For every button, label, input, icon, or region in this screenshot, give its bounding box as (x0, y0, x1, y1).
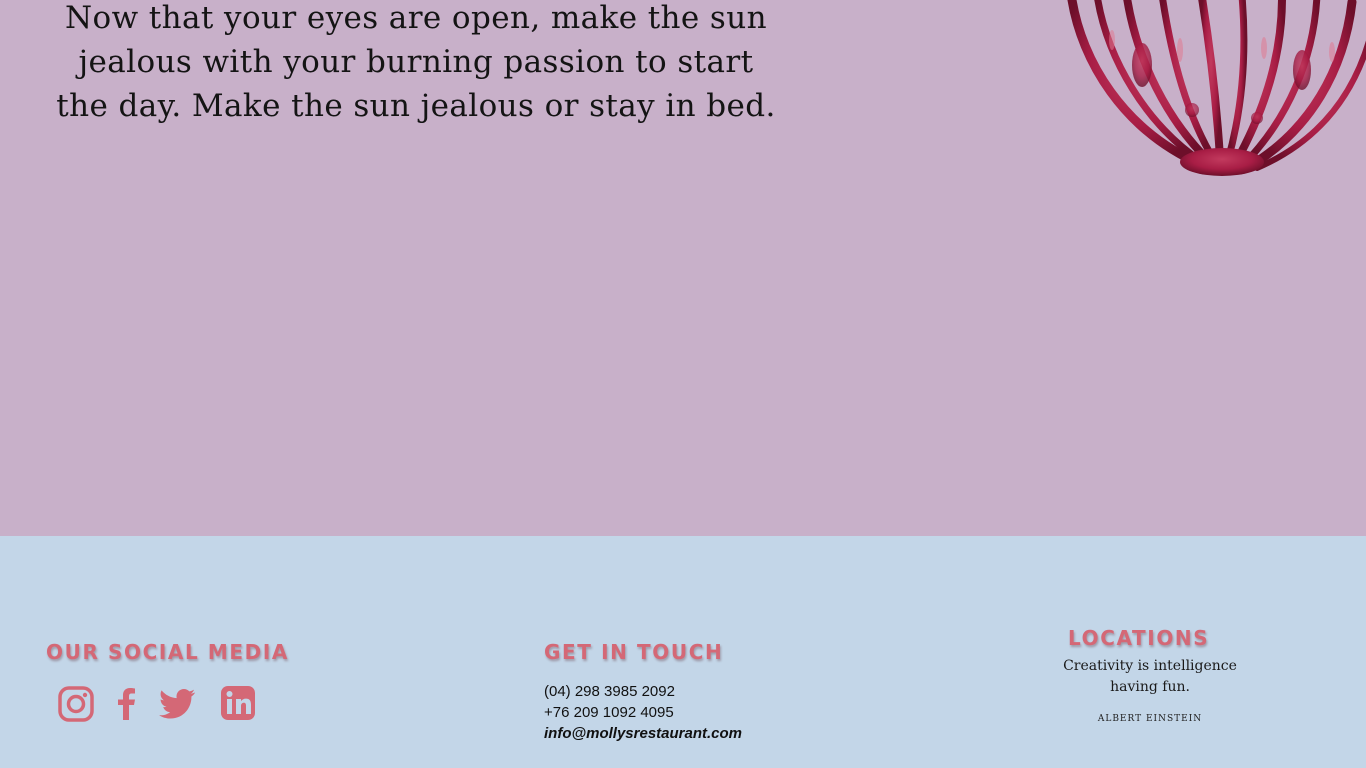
phone-number-2: +76 209 1092 4095 (544, 704, 674, 721)
linkedin-icon[interactable] (218, 684, 258, 724)
contact-block: (04) 298 3985 2092 +76 209 1092 4095 inf… (544, 681, 742, 744)
hero-quote-line: Now that your eyes are open, make the su… (65, 0, 767, 36)
locations-quote: Creativity is intelligence having fun. (1050, 656, 1250, 698)
hero-quote: Now that your eyes are open, make the su… (40, 0, 792, 128)
quote-author: ALBERT EINSTEIN (1097, 714, 1203, 724)
twitter-icon[interactable] (156, 684, 198, 724)
hero-quote-line: jealous with your burning passion to sta… (78, 44, 754, 80)
hero-quote-line: the day. Make the sun jealous or stay in… (56, 88, 776, 124)
locations-quote-line: having fun. (1110, 679, 1190, 695)
social-media-heading: Our Social Media (46, 640, 290, 664)
paint-sculpture-image (1067, 0, 1366, 176)
get-in-touch-heading: Get in Touch (544, 640, 724, 664)
site-footer: Our Social Media Get in Touch (04) 298 3… (0, 536, 1366, 768)
locations-heading: Locations (1068, 626, 1210, 650)
phone-number-1: (04) 298 3985 2092 (544, 683, 675, 700)
email-link[interactable]: info@mollysrestaurant.com (544, 723, 742, 744)
hero-section: Now that your eyes are open, make the su… (0, 0, 1366, 536)
facebook-icon[interactable] (113, 684, 139, 724)
instagram-icon[interactable] (56, 684, 96, 724)
locations-quote-line: Creativity is intelligence (1063, 658, 1237, 674)
